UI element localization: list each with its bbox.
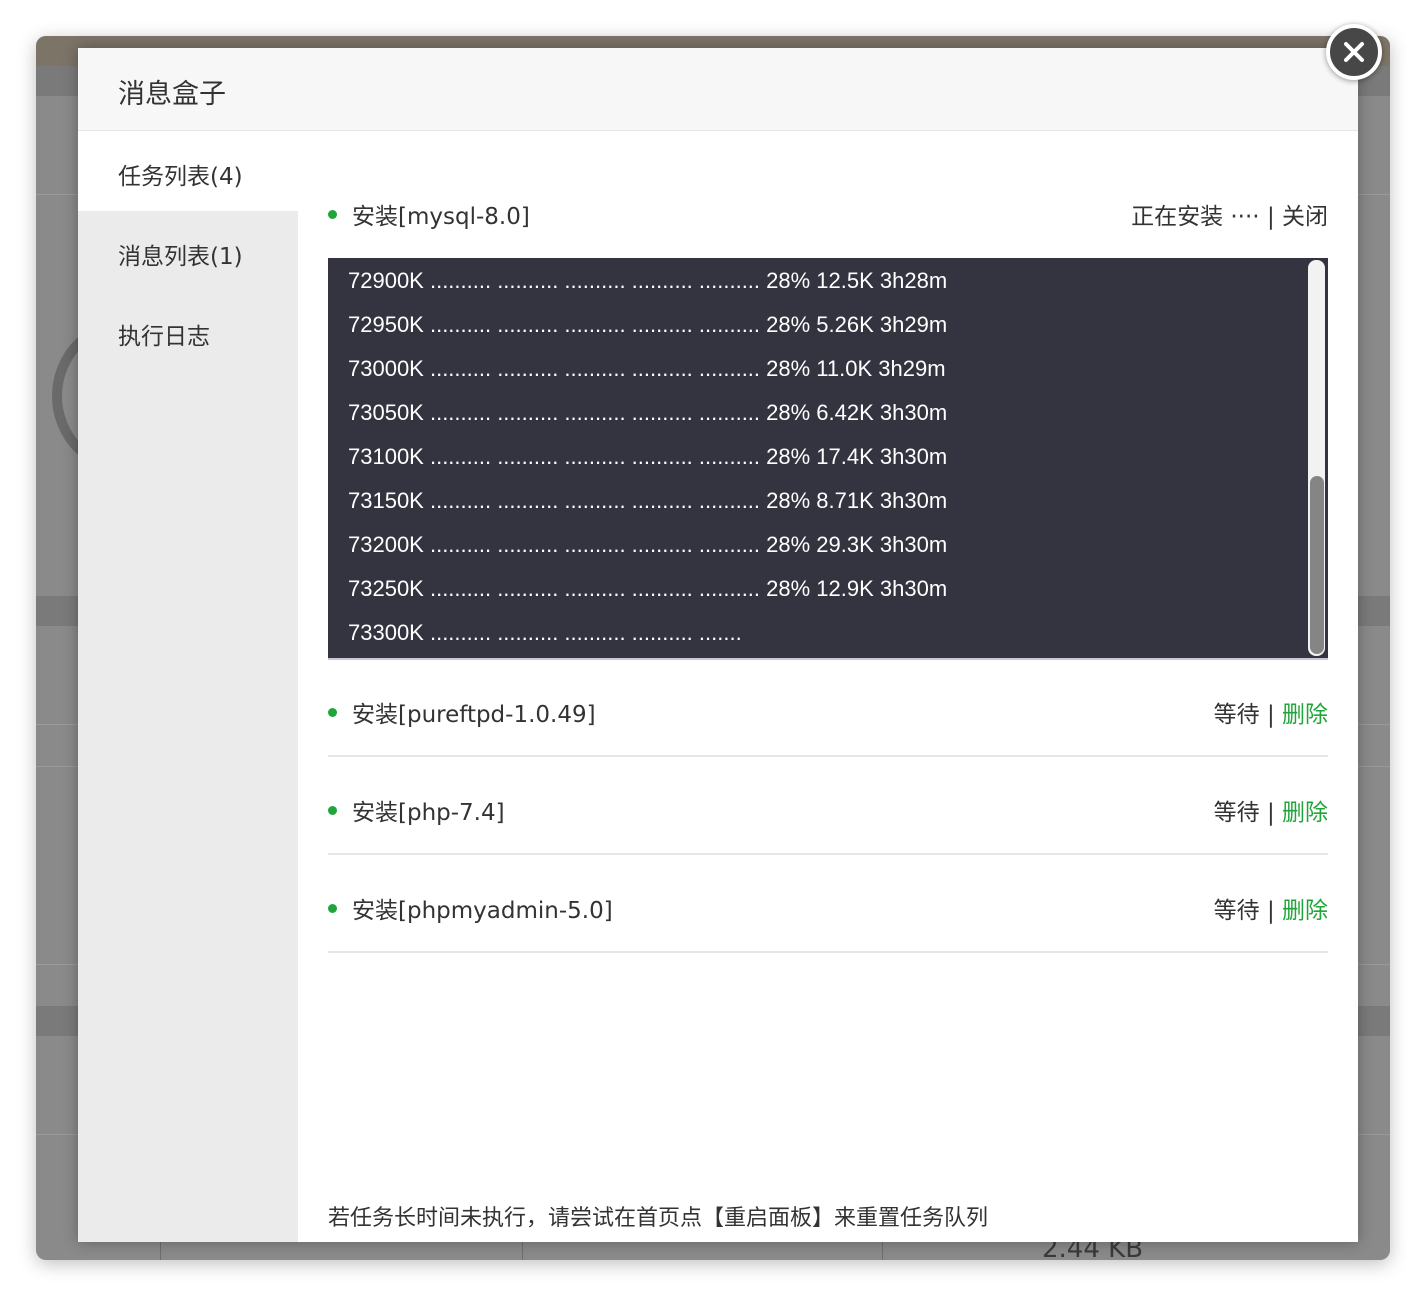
modal-sidebar: 任务列表(4) 消息列表(1) 执行日志 [78, 131, 298, 1242]
modal-close-button[interactable] [1326, 24, 1382, 80]
tab-execution-log-label: 执行日志 [118, 324, 210, 350]
log-line: 73300K .......... .......... .......... … [348, 620, 742, 645]
task-status-text: 等待 [1213, 702, 1260, 728]
close-icon [1344, 42, 1364, 62]
tab-task-list-label: 任务列表(4) [118, 164, 243, 190]
status-dot-icon [328, 210, 337, 219]
task-item: 安装[pureftpd-1.0.49] 等待 | 删除 [328, 689, 1328, 729]
task-status: 等待 | 删除 [1214, 793, 1328, 827]
task-name: 安装[phpmyadmin-5.0] [352, 898, 613, 924]
status-dot-icon [328, 806, 337, 815]
task-status-text: 正在安装 ···· [1131, 204, 1260, 230]
task-item: 安装[php-7.4] 等待 | 删除 [328, 787, 1328, 827]
task-queue-hint: 若任务长时间未执行，请尝试在首页点【重启面板】来重置任务队列 [328, 1206, 989, 1231]
task-status-text: 等待 [1213, 800, 1260, 826]
tab-message-list-label: 消息列表(1) [118, 244, 243, 270]
message-box-modal: 消息盒子 任务列表(4) 消息列表(1) 执行日志 安装[mysql-8.0] … [78, 48, 1358, 1242]
tab-execution-log[interactable]: 执行日志 [78, 291, 298, 371]
task-status-text: 等待 [1213, 898, 1260, 924]
log-scrollbar-thumb[interactable] [1310, 476, 1324, 654]
log-line: 73000K .......... .......... .......... … [348, 356, 946, 381]
log-line: 72950K .......... .......... .......... … [348, 312, 948, 337]
task-status: 等待 | 删除 [1214, 695, 1328, 729]
modal-title: 消息盒子 [118, 79, 226, 110]
delete-task-button[interactable]: 删除 [1282, 800, 1328, 826]
tab-message-list[interactable]: 消息列表(1) [78, 211, 298, 291]
task-status: 正在安装 ···· | 关闭 [1131, 197, 1328, 231]
log-line: 73250K .......... .......... .......... … [348, 576, 948, 601]
task-status-separator: | [1266, 702, 1275, 728]
task-list-panel: 安装[mysql-8.0] 正在安装 ···· | 关闭 72900K ....… [328, 131, 1328, 1242]
task-name: 安装[mysql-8.0] [352, 204, 530, 230]
task-divider [328, 951, 1328, 953]
status-dot-icon [328, 904, 337, 913]
close-task-button[interactable]: 关闭 [1282, 204, 1328, 230]
task-divider [328, 755, 1328, 757]
task-status: 等待 | 删除 [1214, 891, 1328, 925]
task-name: 安装[pureftpd-1.0.49] [352, 702, 596, 728]
log-line: 73150K .......... .......... .......... … [348, 488, 948, 513]
task-item: 安装[mysql-8.0] 正在安装 ···· | 关闭 [328, 191, 1328, 231]
task-status-separator: | [1266, 800, 1275, 826]
status-dot-icon [328, 708, 337, 717]
modal-header: 消息盒子 [78, 48, 1358, 131]
log-line: 73100K .......... .......... .......... … [348, 444, 948, 469]
log-line: 73050K .......... .......... .......... … [348, 400, 948, 425]
tab-task-list[interactable]: 任务列表(4) [78, 131, 298, 211]
install-log-console[interactable]: 72900K .......... .......... .......... … [328, 258, 1328, 660]
delete-task-button[interactable]: 删除 [1282, 898, 1328, 924]
task-status-separator: | [1266, 204, 1275, 230]
task-status-separator: | [1266, 898, 1275, 924]
task-divider [328, 853, 1328, 855]
log-line: 73200K .......... .......... .......... … [348, 532, 948, 557]
delete-task-button[interactable]: 删除 [1282, 702, 1328, 728]
task-item: 安装[phpmyadmin-5.0] 等待 | 删除 [328, 885, 1328, 925]
log-line: 72900K .......... .......... .......... … [348, 268, 948, 293]
task-name: 安装[php-7.4] [352, 800, 505, 826]
